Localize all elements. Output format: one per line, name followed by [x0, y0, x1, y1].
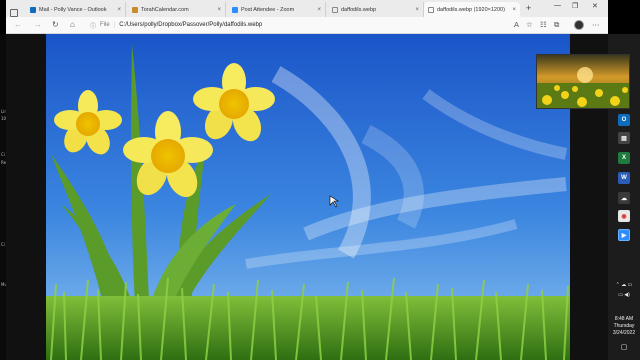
- tab-label: Mail - Polly Vance - Outlook: [39, 6, 107, 13]
- address-field[interactable]: ⓘ File | C:/Users/polly/Dropbox/Passover…: [90, 19, 510, 31]
- address-divider: |: [113, 22, 116, 28]
- new-tab-button[interactable]: +: [526, 3, 531, 13]
- screen: Lin 10 Ci Re Ci Mu Mail - Polly Vance - …: [0, 0, 640, 360]
- close-icon[interactable]: ×: [512, 7, 516, 13]
- clock-day: Thursday: [613, 323, 635, 329]
- info-icon[interactable]: ⓘ: [90, 21, 96, 30]
- sunset-flowers-thumbnail[interactable]: [536, 54, 630, 109]
- tab-actions-icon[interactable]: [10, 9, 18, 17]
- tab-daffodils-active[interactable]: daffodils.webp (1920×1200) ×: [424, 2, 520, 17]
- daffodils-image: [46, 34, 570, 360]
- clock[interactable]: 8:48 AM Thursday 3/24/2022: [610, 316, 638, 337]
- battery-volume-icons[interactable]: ▭ ◀): [610, 292, 638, 299]
- favorite-star-icon[interactable]: ☆: [526, 20, 533, 30]
- image-viewer: [6, 34, 608, 360]
- clock-date: 3/24/2022: [612, 330, 636, 336]
- file-icon: [332, 6, 338, 13]
- read-aloud-icon[interactable]: A: [514, 20, 519, 30]
- notifications-icon[interactable]: ▢: [610, 344, 638, 351]
- left-fragment: Ci: [1, 152, 5, 157]
- scheme-label: File: [100, 22, 110, 28]
- file-icon: [428, 6, 434, 13]
- system-tray-icons[interactable]: ⌃ ☁ ▭: [610, 282, 638, 289]
- outlook-icon: [30, 6, 36, 13]
- more-menu-icon[interactable]: ⋯: [592, 20, 600, 30]
- close-icon[interactable]: ×: [415, 7, 419, 13]
- left-fragment: Ci: [1, 242, 5, 247]
- tab-label: TorahCalendar.com: [141, 6, 189, 13]
- file-explorer-icon[interactable]: ▤: [618, 132, 630, 144]
- refresh-icon[interactable]: ↻: [52, 20, 59, 30]
- url-text[interactable]: C:/Users/polly/Dropbox/Passover/Polly/da…: [119, 22, 262, 28]
- tab-outlook[interactable]: Mail - Polly Vance - Outlook ×: [26, 2, 126, 17]
- tab-daffodils[interactable]: daffodils.webp ×: [328, 2, 424, 17]
- cloud-app-icon[interactable]: ☁: [618, 192, 630, 204]
- chrome-icon[interactable]: ◉: [618, 210, 630, 222]
- thumbnail-image: [537, 55, 629, 108]
- browser-window: Mail - Polly Vance - Outlook × TorahCale…: [6, 0, 608, 34]
- home-icon[interactable]: ⌂: [70, 20, 75, 30]
- excel-icon[interactable]: X: [618, 152, 630, 164]
- zoom-icon: [232, 6, 238, 13]
- forward-icon[interactable]: →: [34, 20, 42, 30]
- tab-label: daffodils.webp (1920×1200): [437, 6, 505, 13]
- profile-avatar[interactable]: [574, 20, 584, 30]
- extensions-icon[interactable]: ⧉: [554, 20, 559, 30]
- torah-calendar-icon: [132, 6, 138, 13]
- word-icon[interactable]: W: [618, 172, 630, 184]
- minimize-icon[interactable]: —: [554, 2, 561, 9]
- close-window-icon[interactable]: ✕: [592, 2, 598, 10]
- address-bar-row: ← → ↻ ⌂ ⓘ File | C:/Users/polly/Dropbox/…: [6, 17, 608, 33]
- daffodils-picture: [46, 34, 570, 360]
- maximize-icon[interactable]: ❐: [572, 2, 578, 10]
- collections-icon[interactable]: ☷: [540, 20, 547, 30]
- close-icon[interactable]: ×: [117, 7, 121, 13]
- zoom-app-icon[interactable]: ▶: [618, 229, 630, 241]
- tab-label: Post Attendee - Zoom: [241, 6, 295, 13]
- tab-zoom[interactable]: Post Attendee - Zoom ×: [228, 2, 326, 17]
- back-icon[interactable]: ←: [14, 20, 22, 30]
- tab-torah-calendar[interactable]: TorahCalendar.com ×: [128, 2, 226, 17]
- close-icon[interactable]: ×: [217, 7, 221, 13]
- outlook-app-icon[interactable]: O: [618, 114, 630, 126]
- tab-label: daffodils.webp: [341, 6, 377, 13]
- close-icon[interactable]: ×: [317, 7, 321, 13]
- clock-time: 8:48 AM: [614, 316, 634, 322]
- tab-bar: Mail - Polly Vance - Outlook × TorahCale…: [6, 0, 608, 17]
